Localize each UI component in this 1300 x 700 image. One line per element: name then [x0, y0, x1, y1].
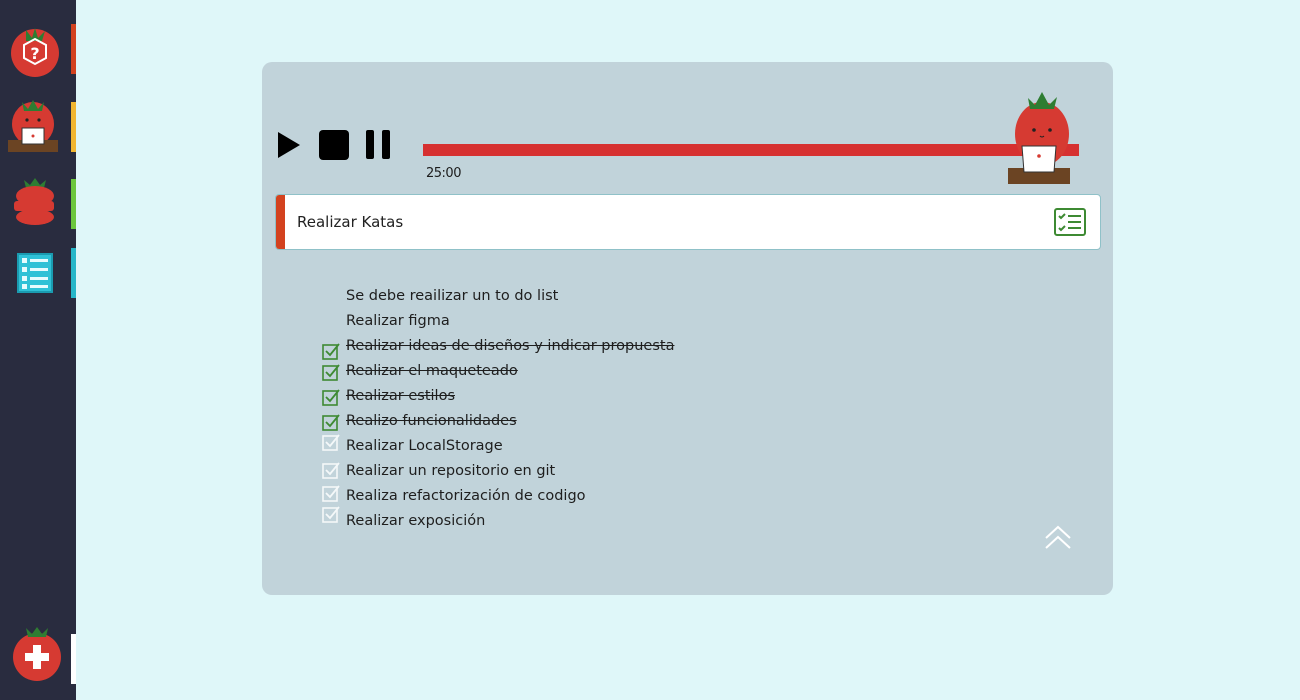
subtask-text: Realizar figma: [346, 313, 450, 329]
add-tomato-icon[interactable]: [8, 626, 64, 682]
tomato-laptop-icon[interactable]: [6, 98, 62, 154]
checked-checkbox-icon[interactable]: [322, 388, 340, 406]
subtask-text: Se debe reailizar un to do list: [346, 288, 559, 304]
subtask-text: Realizo funcionalidades: [346, 413, 517, 429]
checked-checkbox-icon[interactable]: [322, 413, 340, 431]
tomato-stack-icon[interactable]: [6, 174, 62, 230]
chevron-up-icon[interactable]: [1044, 524, 1072, 550]
tomato-mascot-icon: [1008, 92, 1070, 184]
subtask-text: Realizar ideas de diseños y indicar prop…: [346, 338, 675, 354]
pause-icon[interactable]: [366, 130, 392, 160]
sidebar-tab-stack[interactable]: [71, 179, 76, 229]
sidebar-tab-list[interactable]: [71, 248, 76, 298]
sidebar-tab-timer[interactable]: [71, 102, 76, 152]
subtask-text: Realizar LocalStorage: [346, 438, 503, 454]
subtask-text: Realizar exposición: [346, 513, 486, 529]
list-icon[interactable]: [6, 244, 62, 300]
sidebar-tab-add[interactable]: [71, 634, 76, 684]
unchecked-checkbox-icon[interactable]: [322, 505, 340, 523]
help-tomato-icon[interactable]: ?: [6, 24, 62, 80]
checked-checkbox-icon[interactable]: [322, 363, 340, 381]
subtask-text: Realiza refactorización de codigo: [346, 488, 586, 504]
sidebar: ?: [0, 0, 76, 700]
play-icon[interactable]: [277, 131, 301, 159]
unchecked-checkbox-icon[interactable]: [322, 484, 340, 502]
subtask-text: Realizar un repositorio en git: [346, 463, 556, 479]
sidebar-tab-help[interactable]: [71, 24, 76, 74]
checked-checkbox-icon[interactable]: [322, 342, 340, 360]
unchecked-checkbox-icon[interactable]: [322, 433, 340, 451]
unchecked-checkbox-icon[interactable]: [322, 461, 340, 479]
timer-time: 25:00: [426, 166, 461, 181]
task-title: Realizar Katas: [297, 213, 404, 231]
svg-text:?: ?: [30, 44, 39, 63]
subtask-text: Realizar el maqueteado: [346, 363, 518, 379]
task-card[interactable]: Realizar Katas: [275, 194, 1101, 250]
timer-card: 25:00 Realizar Katas Se debe reailizar u…: [262, 62, 1113, 595]
task-color-stripe: [276, 195, 285, 249]
timer-progress-bar: [423, 144, 1079, 156]
subtask-text: Realizar estilos: [346, 388, 455, 404]
checklist-icon[interactable]: [1054, 208, 1086, 236]
stop-icon[interactable]: [319, 130, 349, 160]
